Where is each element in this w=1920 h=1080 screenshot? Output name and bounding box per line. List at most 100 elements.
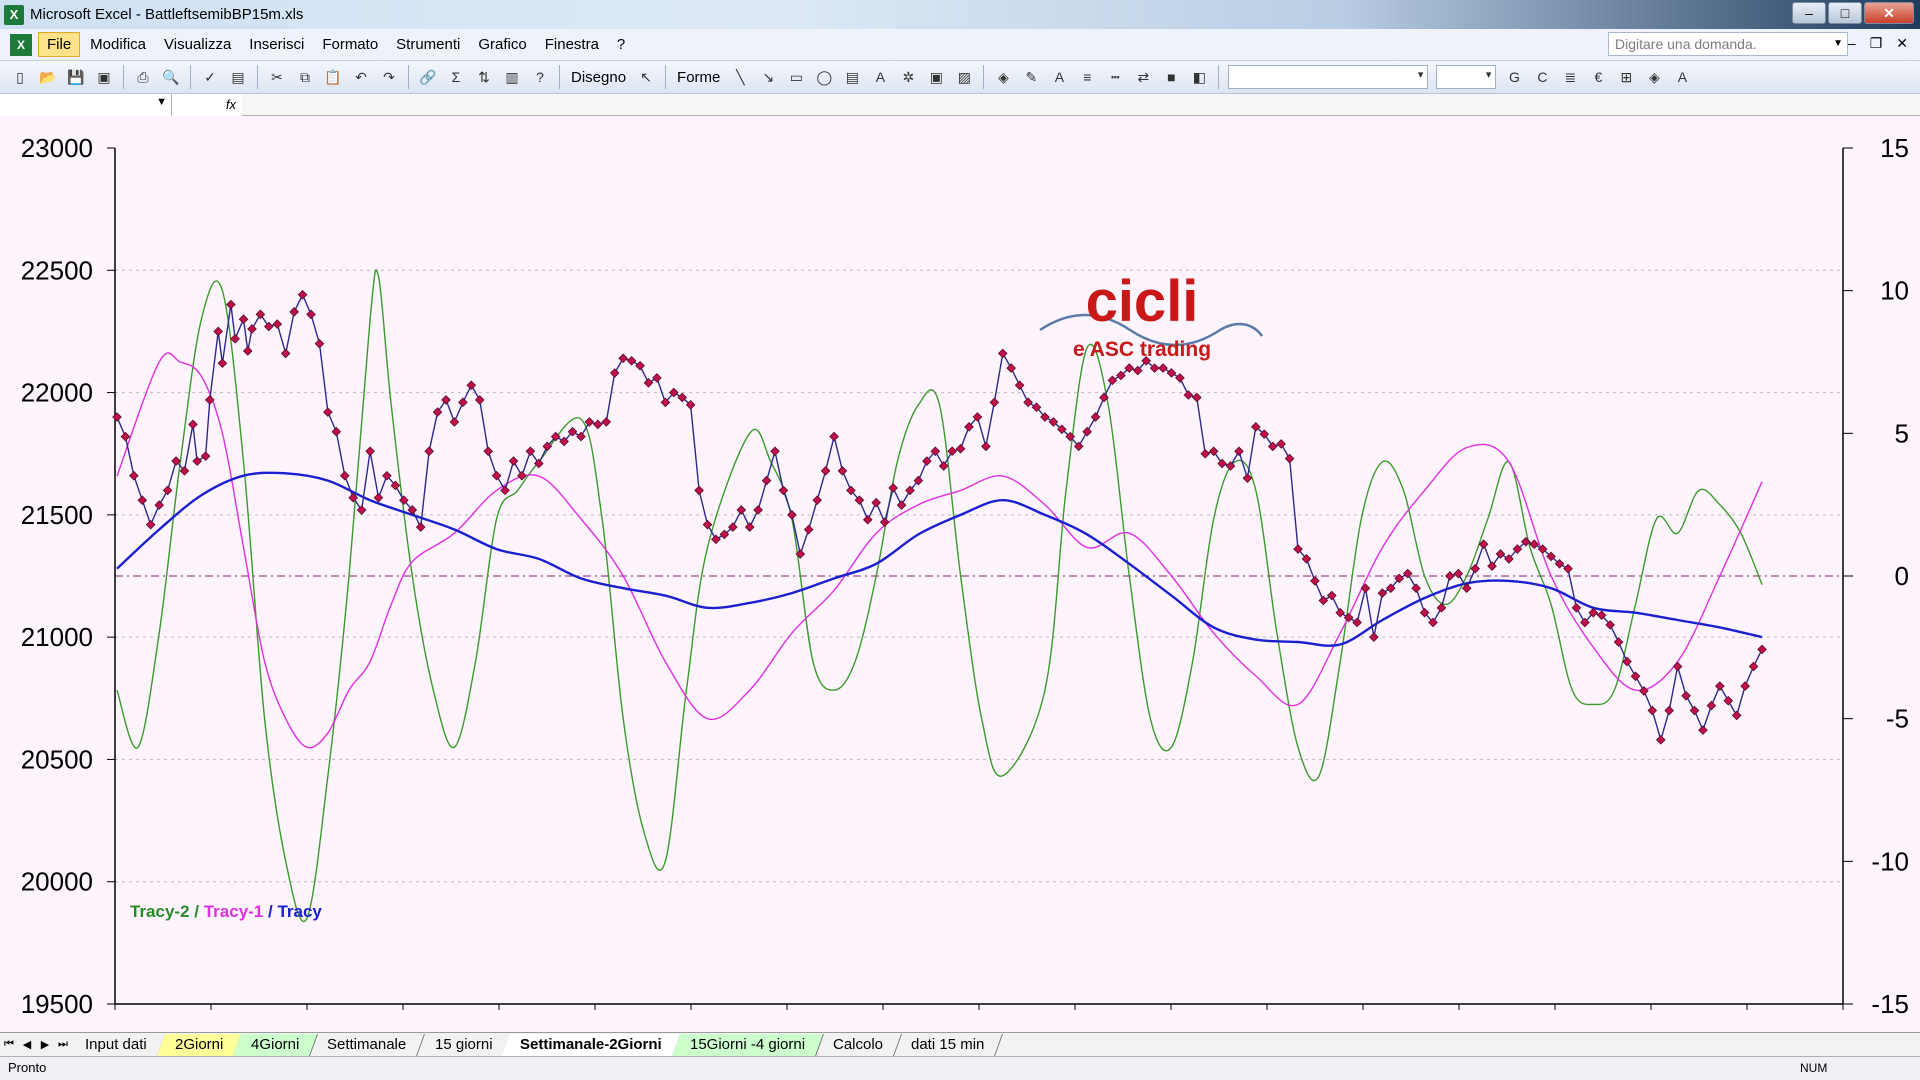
price-marker	[314, 338, 325, 349]
menu-file[interactable]: File	[38, 32, 81, 57]
tab-settimanale[interactable]: Settimanale	[309, 1033, 426, 1056]
line-icon[interactable]: ╲	[729, 66, 751, 88]
maximize-icon[interactable]: □	[1828, 2, 1862, 24]
chart: 19500 20000 20500 21000 21500 22000 22500 23000…	[21, 133, 1909, 1019]
workbook-minimize-icon[interactable]: –	[1848, 35, 1856, 52]
excel-app-icon[interactable]: X	[4, 4, 24, 25]
clipart-icon[interactable]: ▣	[925, 66, 947, 88]
first-sheet-icon[interactable]: ⏮	[0, 1038, 18, 1051]
borders-icon[interactable]: ⊞	[1615, 66, 1637, 88]
chart-wizard-icon[interactable]: ▥	[501, 66, 523, 88]
help-icon[interactable]: ?	[529, 66, 551, 88]
tab-calcolo[interactable]: Calcolo	[814, 1033, 903, 1056]
wordart-icon[interactable]: A	[869, 66, 891, 88]
arrow-style-icon[interactable]: ⇄	[1132, 66, 1154, 88]
y-tick-label-left: 19500	[21, 989, 93, 1019]
close-icon[interactable]: ✕	[1864, 2, 1914, 24]
price-marker	[1689, 705, 1700, 716]
rectangle-icon[interactable]: ▭	[785, 66, 807, 88]
autosum-icon[interactable]: Σ	[445, 66, 467, 88]
picture-icon[interactable]: ▨	[953, 66, 975, 88]
italic-icon[interactable]: C	[1531, 66, 1553, 88]
price-marker	[1445, 571, 1455, 581]
menu-inserisci[interactable]: Inserisci	[241, 33, 312, 56]
new-icon[interactable]: ▯	[9, 66, 31, 88]
price-marker	[255, 309, 266, 320]
tab-15-giorni[interactable]: 15 giorni	[416, 1033, 512, 1056]
arrow-icon[interactable]: ↘	[757, 66, 779, 88]
paste-icon[interactable]: 📋	[322, 66, 344, 88]
price-marker	[1461, 583, 1472, 594]
price-marker	[247, 324, 257, 334]
workbook-close-icon[interactable]: ✕	[1896, 35, 1908, 52]
highlight-icon[interactable]: ◈	[1643, 66, 1665, 88]
menu-modifica[interactable]: Modifica	[82, 33, 154, 56]
menu-formato[interactable]: Formato	[314, 33, 386, 56]
drawing-menu[interactable]: Disegno	[571, 69, 626, 86]
spelling-icon[interactable]: ✓	[199, 66, 221, 88]
bold-icon[interactable]: G	[1503, 66, 1525, 88]
price-marker	[230, 333, 240, 344]
tab-settimanale-2giorni[interactable]: Settimanale-2Giorni	[502, 1033, 681, 1056]
chevron-down-icon[interactable]: ▼	[1833, 33, 1843, 55]
sort-icon[interactable]: ⇅	[473, 66, 495, 88]
save-icon[interactable]: 💾	[65, 66, 87, 88]
tab-4giorni[interactable]: 4Giorni	[233, 1033, 319, 1056]
y-tick-label-right: -10	[1871, 846, 1909, 876]
tab-2giorni[interactable]: 2Giorni	[156, 1033, 243, 1056]
tab-dati-15-min[interactable]: dati 15 min	[892, 1033, 1004, 1056]
dash-style-icon[interactable]: ┅	[1104, 66, 1126, 88]
permission-icon[interactable]: ▣	[93, 66, 115, 88]
font-color-icon[interactable]: A	[1048, 66, 1070, 88]
line-color-icon[interactable]: ✎	[1020, 66, 1042, 88]
name-box[interactable]: ▼	[0, 94, 172, 116]
y-tick-label-left: 21000	[21, 622, 93, 652]
chevron-down-icon[interactable]: ▼	[156, 96, 167, 108]
print-preview-icon[interactable]: 🔍	[160, 66, 182, 88]
workbook-restore-icon[interactable]: ❐	[1870, 35, 1883, 52]
textbox-icon[interactable]: ▤	[841, 66, 863, 88]
fill-color-icon[interactable]: ◈	[992, 66, 1014, 88]
ask-question-placeholder: Digitare una domanda.	[1615, 36, 1757, 52]
shapes-menu[interactable]: Forme	[677, 69, 720, 86]
price-marker	[778, 485, 789, 496]
workbook-icon[interactable]: X	[10, 33, 32, 56]
price-marker	[1208, 446, 1219, 457]
ask-question-input[interactable]: Digitare una domanda. ▼	[1608, 32, 1848, 56]
align-icon[interactable]: ≣	[1559, 66, 1581, 88]
3d-icon[interactable]: ◧	[1188, 66, 1210, 88]
fx-icon[interactable]: fx	[172, 94, 242, 116]
price-marker	[1672, 661, 1683, 672]
redo-icon[interactable]: ↷	[378, 66, 400, 88]
toolbar-divider	[123, 65, 124, 89]
menu-grafico[interactable]: Grafico	[470, 33, 534, 56]
line-style-icon[interactable]: ≡	[1076, 66, 1098, 88]
shadow-icon[interactable]: ■	[1160, 66, 1182, 88]
tab-15giorni-4giorni[interactable]: 15Giorni -4 giorni	[671, 1033, 824, 1056]
prev-sheet-icon[interactable]: ◀	[18, 1038, 36, 1051]
price-marker	[474, 395, 485, 405]
select-pointer-icon[interactable]: ↖	[635, 66, 657, 88]
next-sheet-icon[interactable]: ▶	[36, 1038, 54, 1051]
copy-icon[interactable]: ⧉	[294, 66, 316, 88]
oval-icon[interactable]: ◯	[813, 66, 835, 88]
chart-area[interactable]: 19500 20000 20500 21000 21500 22000 22500 23000…	[0, 116, 1920, 1032]
menu-visualizza[interactable]: Visualizza	[156, 33, 239, 56]
menu-finestra[interactable]: Finestra	[537, 33, 607, 56]
cut-icon[interactable]: ✂	[266, 66, 288, 88]
research-icon[interactable]: ▤	[227, 66, 249, 88]
hyperlink-icon[interactable]: 🔗	[417, 66, 439, 88]
diagram-icon[interactable]: ✲	[897, 66, 919, 88]
tab-input-dati[interactable]: Input dati	[66, 1033, 166, 1056]
font-name-select[interactable]	[1228, 65, 1429, 89]
open-icon[interactable]: 📂	[37, 66, 59, 88]
euro-icon[interactable]: €	[1587, 66, 1609, 88]
print-icon[interactable]: ⎙	[132, 66, 154, 88]
text-color-icon[interactable]: A	[1671, 66, 1693, 88]
minimize-icon[interactable]: –	[1792, 2, 1826, 24]
font-size-select[interactable]	[1436, 65, 1497, 89]
undo-icon[interactable]: ↶	[350, 66, 372, 88]
menu-help[interactable]: ?	[609, 33, 633, 56]
price-marker	[323, 407, 333, 417]
menu-strumenti[interactable]: Strumenti	[388, 33, 468, 56]
